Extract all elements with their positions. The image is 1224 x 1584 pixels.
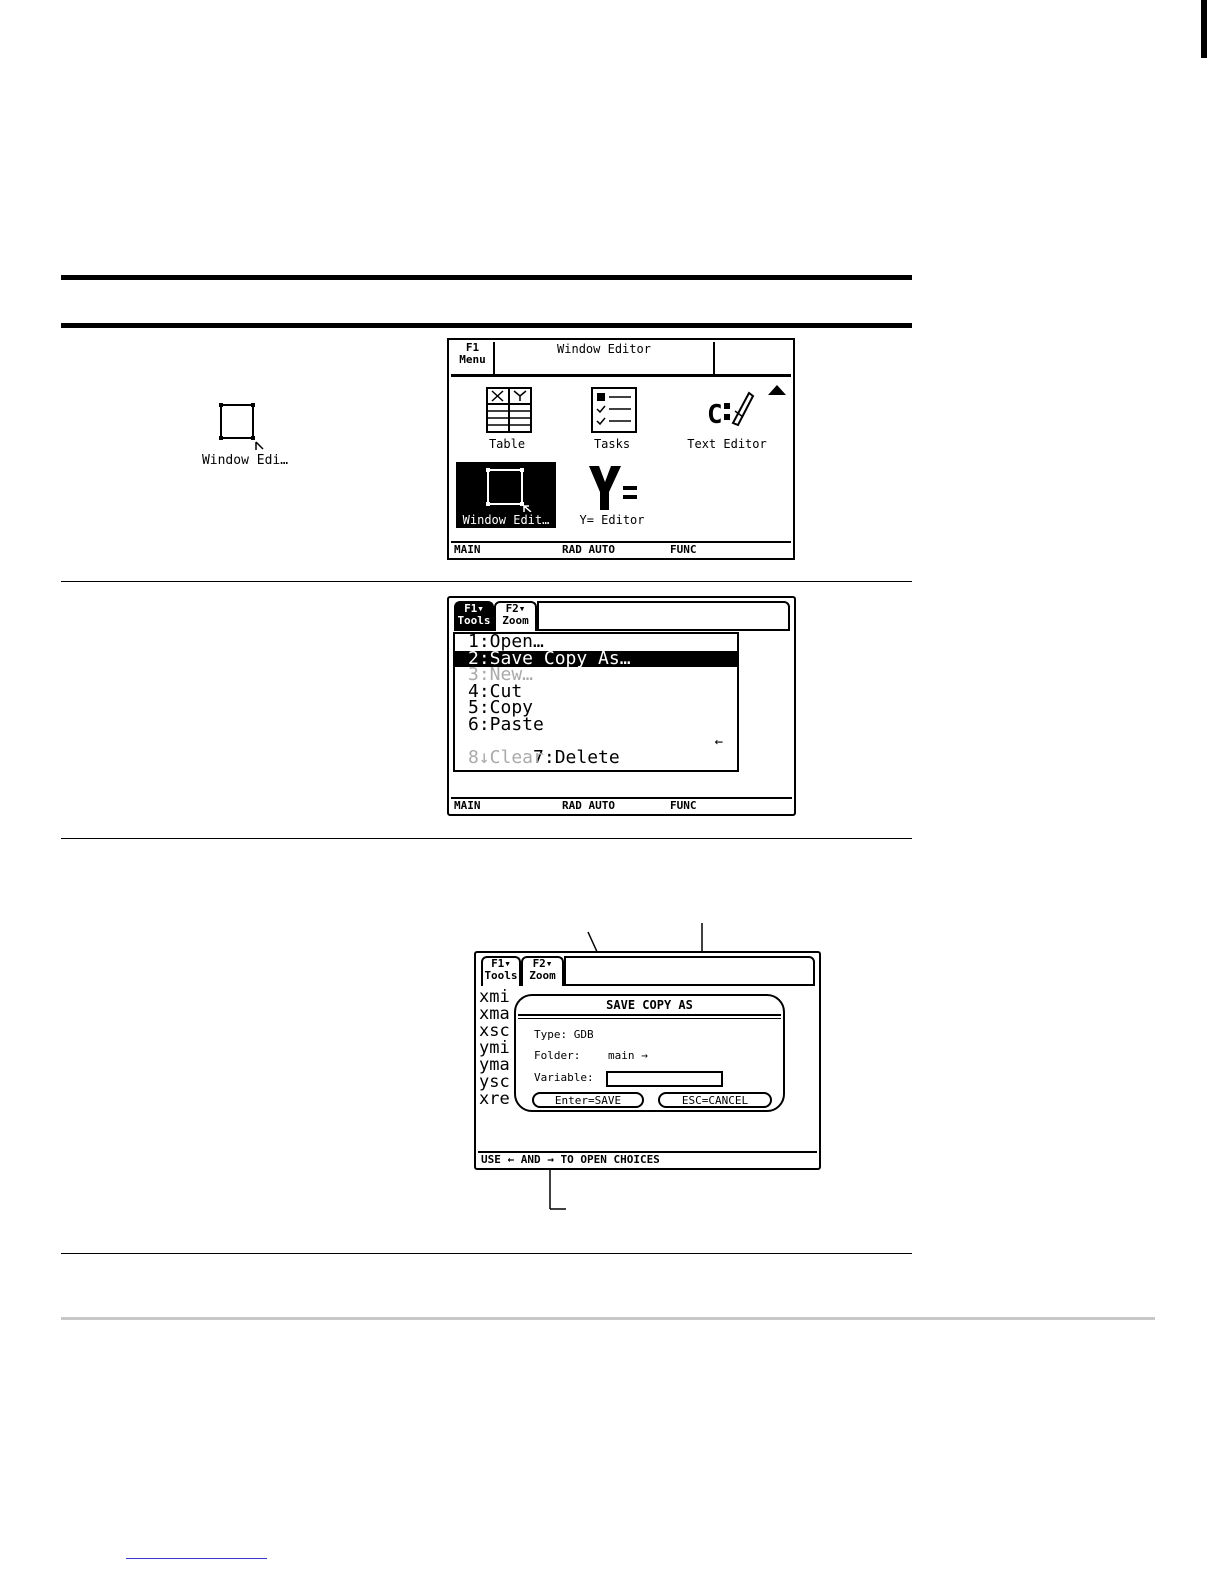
f1-menu-label: Menu (459, 353, 486, 366)
status-line: MAIN RAD AUTO FUNC (451, 541, 791, 556)
backspace-arrow-icon: ← (714, 733, 723, 750)
app-window-editor-selected[interactable]: Window Edit… (456, 462, 556, 528)
status-mode: MAIN (454, 543, 481, 556)
row-divider (61, 1253, 912, 1254)
app-label: Y= Editor (579, 513, 645, 527)
status-line: USE ← AND → TO OPEN CHOICES (478, 1151, 817, 1166)
app-label: Tasks (593, 437, 631, 451)
calculator-screen-save-copy-as: F1▾ Tools F2▾ Zoom xmi xma xsc ymi yma y… (474, 951, 821, 1170)
app-label: Window Edit… (462, 513, 550, 527)
table-top-rule (61, 275, 912, 280)
tab-f1-tools[interactable]: F1▾ Tools (454, 601, 494, 631)
menu-item-paste[interactable]: 6:Paste (455, 716, 737, 734)
tab-label: Zoom (502, 614, 529, 627)
status-hint: USE ← AND → TO OPEN CHOICES (481, 1153, 660, 1166)
variable-label: Variable: (534, 1071, 594, 1084)
window-editor-icon (486, 468, 532, 512)
status-line: MAIN RAD AUTO FUNC (451, 797, 792, 812)
footer-link-underline[interactable] (126, 1558, 267, 1559)
folder-dropdown[interactable]: main → (608, 1050, 648, 1062)
tab-label: Zoom (529, 969, 556, 982)
status-angle: RAD AUTO (562, 799, 615, 812)
table-header-rule (61, 323, 912, 328)
calculator-screen-tools-menu: F1▾ Tools F2▾ Zoom 1:Open… 2:Save Copy A… (447, 596, 796, 816)
calculator-screen-apps-desktop: F1 Menu Window Editor Table Tasks C Text… (447, 338, 795, 560)
esc-cancel-button[interactable]: ESC=CANCEL (658, 1092, 772, 1108)
window-editor-app-icon[interactable]: Window Edi… (190, 400, 300, 475)
toolbar-blank-area (564, 956, 815, 986)
status-graph: FUNC (670, 543, 697, 556)
background-variable-list: xmi xma xsc ymi yma ysc xre (479, 989, 510, 1108)
footer-rule (61, 1317, 1155, 1320)
f1-menu-tab[interactable]: F1 Menu (452, 342, 495, 374)
table-icon (486, 387, 532, 433)
app-y-editor[interactable]: Y= Editor (562, 462, 662, 528)
status-graph: FUNC (670, 799, 697, 812)
text-editor-icon: C (707, 391, 755, 430)
type-label: Type: GDB (534, 1028, 594, 1041)
app-tasks[interactable]: Tasks (562, 387, 662, 453)
title-separator (451, 374, 791, 377)
app-table[interactable]: Table (457, 387, 557, 453)
screen-title: Window Editor (495, 342, 715, 374)
app-label: Table (488, 437, 526, 451)
tools-menu: 1:Open… 2:Save Copy As… 3:New… 4:Cut 5:C… (453, 632, 739, 772)
row-divider (61, 838, 912, 839)
app-label: Text Editor (687, 437, 767, 451)
save-copy-as-dialog: SAVE COPY AS Type: GDB Folder: main → Va… (514, 994, 785, 1112)
dialog-title: SAVE COPY AS (606, 998, 693, 1012)
menu-item-clear[interactable]: 8↓Clear (455, 749, 737, 767)
row-divider (61, 581, 912, 582)
y-editor-icon (589, 466, 637, 510)
window-editor-icon (219, 403, 264, 450)
tab-f1-tools[interactable]: F1▾ Tools (481, 956, 521, 986)
tasks-icon (591, 387, 637, 433)
page-edge-bar (1201, 0, 1207, 58)
tab-label: Tools (457, 614, 491, 627)
dialog-title-rule (518, 1014, 781, 1016)
app-text-editor[interactable]: C Text Editor (667, 387, 787, 453)
status-angle: RAD AUTO (562, 543, 615, 556)
variable-name: xre (479, 1089, 510, 1109)
window-editor-app-label: Window Edi… (201, 453, 289, 468)
tab-f2-zoom[interactable]: F2▾ Zoom (521, 956, 564, 986)
folder-label: Folder: (534, 1049, 581, 1062)
enter-save-button[interactable]: Enter=SAVE (532, 1092, 644, 1108)
tab-label: Tools (484, 969, 518, 982)
tab-f2-zoom[interactable]: F2▾ Zoom (494, 601, 537, 631)
dialog-title-rule (518, 1018, 781, 1019)
svg-text:C: C (707, 400, 723, 430)
status-mode: MAIN (454, 799, 481, 812)
variable-input[interactable] (606, 1071, 723, 1087)
toolbar-blank-area (537, 601, 790, 631)
